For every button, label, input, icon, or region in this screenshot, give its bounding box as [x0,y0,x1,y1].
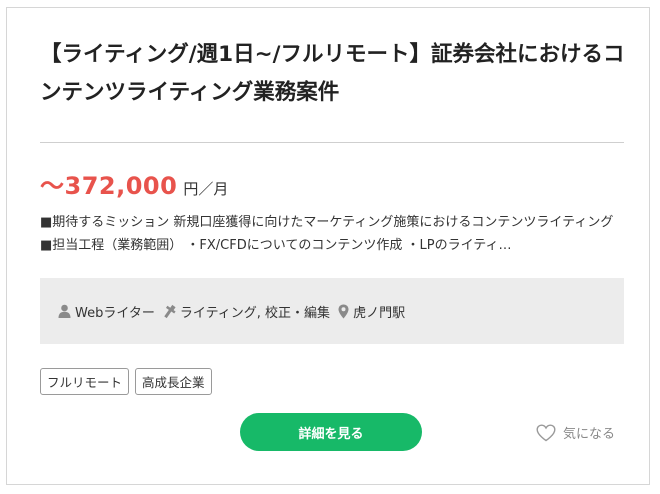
tag-list: フルリモート 高成長企業 [40,368,218,395]
salary-unit: 円／月 [183,180,229,198]
heart-icon [536,423,556,441]
job-title[interactable]: 【ライティング/週1日~/フルリモート】証券会社におけるコンテンツライティング業… [40,36,625,112]
skills-info: ライティング, 校正・編集 [163,302,330,321]
salary: 〜372,000 円／月 [40,166,228,201]
divider [40,142,624,143]
favorite-button[interactable]: 気になる [536,423,615,442]
job-info-box: Webライター ライティング, 校正・編集 虎ノ門駅 [40,278,624,344]
tag-high-growth[interactable]: 高成長企業 [135,368,212,395]
wrench-icon [164,304,176,318]
role-info: Webライター [58,302,155,321]
station-label: 虎ノ門駅 [353,305,406,321]
location-pin-icon [338,304,349,318]
person-icon [58,304,71,318]
skills-label: ライティング, 校正・編集 [179,305,331,321]
tag-full-remote[interactable]: フルリモート [40,368,130,395]
job-description: ■期待するミッション 新規口座獲得に向けたマーケティング施策におけるコンテンツラ… [40,215,614,253]
role-label: Webライター [75,305,155,321]
station-info: 虎ノ門駅 [338,302,405,321]
salary-amount: 〜372,000 [40,172,178,200]
favorite-label: 気になる [563,427,616,442]
job-card: 【ライティング/週1日~/フルリモート】証券会社におけるコンテンツライティング業… [6,7,650,485]
detail-button[interactable]: 詳細を見る [240,413,422,451]
